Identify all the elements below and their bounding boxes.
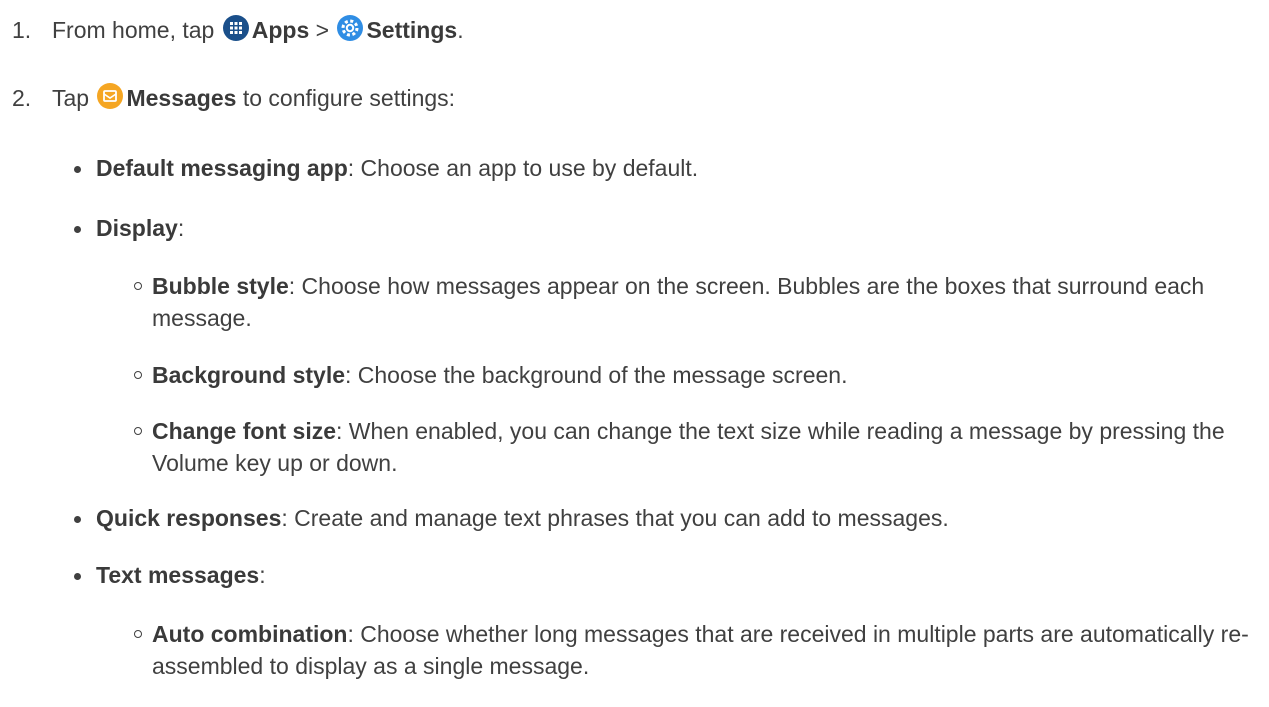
item-desc: : Choose how messages appear on the scre… <box>152 273 1205 331</box>
step-2: 2. Tap Messages to configure settings: <box>12 82 455 114</box>
step-text: From home, tap <box>52 17 215 43</box>
step-1: 1. From home, tap Apps > Settings. <box>12 14 464 46</box>
separator: > <box>315 17 330 43</box>
apps-label: Apps <box>251 17 310 43</box>
item-term: Background style <box>152 362 345 388</box>
step-text: Tap <box>52 85 90 111</box>
item-term: Default messaging app <box>96 155 348 181</box>
step-number: 1. <box>12 17 32 43</box>
list-item-background-style: Background style: Choose the background … <box>134 359 1262 391</box>
item-term: Quick responses <box>96 505 282 531</box>
item-desc: : Choose the background of the message s… <box>345 362 848 388</box>
step-number: 2. <box>12 85 32 111</box>
item-term: Auto combination <box>152 621 348 647</box>
step-text-post: to configure settings: <box>242 85 456 111</box>
item-desc: : <box>177 215 185 241</box>
item-term: Text messages <box>96 562 260 588</box>
apps-grid-icon <box>222 15 249 41</box>
list-item-change-font-size: Change font size: When enabled, you can … <box>134 415 1262 479</box>
item-desc: : Create and manage text phrases that yo… <box>281 505 949 531</box>
list-item-text-messages: Text messages: <box>74 559 266 591</box>
list-item-quick-responses: Quick responses: Create and manage text … <box>74 502 949 534</box>
item-term: Display <box>96 215 178 241</box>
settings-gear-icon <box>337 15 364 41</box>
list-item-display: Display: <box>73 212 185 244</box>
list-item-default-app: Default messaging app: Choose an app to … <box>73 152 699 184</box>
messages-envelope-icon <box>97 83 124 109</box>
item-desc: : Choose an app to use by default. <box>347 155 699 181</box>
list-item-auto-combination: Auto combination: Choose whether long me… <box>134 618 1262 682</box>
messages-label: Messages <box>126 85 237 111</box>
settings-label: Settings <box>366 17 458 43</box>
step-end: . <box>457 17 464 43</box>
item-term: Bubble style <box>152 273 289 299</box>
item-desc: : <box>259 562 266 588</box>
item-term: Change font size <box>152 418 337 444</box>
list-item-bubble-style: Bubble style: Choose how messages appear… <box>134 270 1262 334</box>
